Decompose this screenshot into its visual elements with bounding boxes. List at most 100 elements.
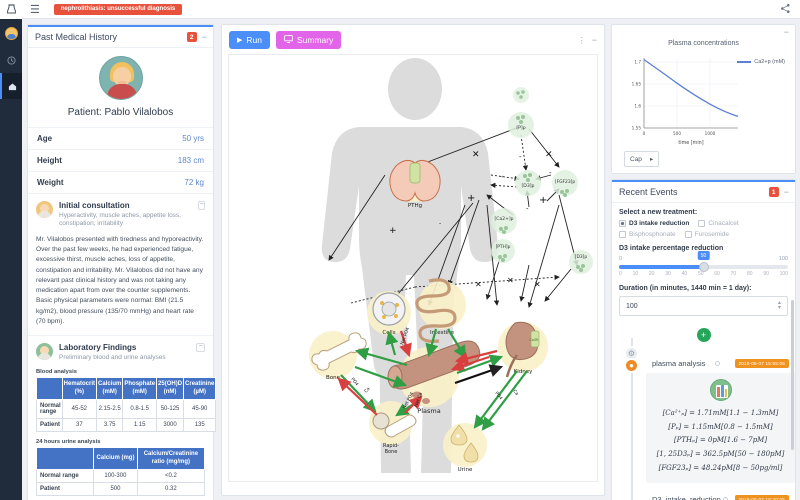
svg-text:[FGF23]p: [FGF23]p — [555, 179, 575, 185]
svg-text:[P]p: [P]p — [516, 125, 525, 131]
play-icon: ▶ — [237, 36, 242, 44]
table-row: Patient 500 0.32 — [37, 483, 205, 496]
scrollbar-thumb[interactable] — [791, 300, 794, 450]
timeline-item-title: D3_intake_reduction — [652, 495, 721, 500]
left-column: Past Medical History 2 − Patient: Pablo … — [22, 19, 218, 500]
svg-text:Bone: Bone — [326, 375, 341, 381]
timeline-item-title: plasma analysis — [652, 359, 705, 368]
svg-text:CaSR: CaSR — [530, 338, 540, 342]
chart-xlabel: time [min] — [678, 140, 703, 145]
slider-tick: 90 — [763, 271, 769, 277]
slider-tick: 60 — [714, 271, 720, 277]
summary-button[interactable]: Summary — [276, 31, 341, 49]
td: 50-125 — [157, 400, 184, 419]
td: 45-52 — [62, 400, 96, 419]
vital-key: Weight — [37, 178, 64, 187]
chart-legend: Ca2+p (mM) — [737, 59, 785, 65]
slider-tick: 70 — [731, 271, 737, 277]
td: <0.2 — [137, 470, 204, 483]
vital-value: 72 kg — [184, 178, 204, 187]
minus-icon[interactable]: − — [784, 189, 789, 195]
timeline-timestamp: 2018-05-07 16:20:05 — [735, 495, 789, 500]
slider-max: 100 — [779, 256, 788, 262]
caption-button[interactable]: Cap ▸ — [624, 151, 659, 167]
pmh-header: Past Medical History 2 − — [28, 25, 213, 48]
plasma-chart[interactable]: Plasma concentrations Ca2+p (mM) — [612, 35, 795, 173]
share-icon[interactable] — [780, 3, 791, 16]
td: 3000 — [157, 419, 184, 432]
ytick: 1.7 — [634, 60, 641, 65]
user-avatar-icon — [5, 27, 18, 40]
note-subtitle: Hyperactivity, muscle aches, appetite lo… — [59, 212, 192, 230]
canvas-toolbar: ▶ Run Summary ⋮ − — [222, 25, 604, 54]
td: 0.32 — [137, 483, 204, 496]
note-title: Laboratory Findings — [59, 343, 190, 352]
chart-series-line — [644, 60, 738, 117]
checkbox-furosemide[interactable]: Furosemide — [685, 231, 729, 238]
minus-icon[interactable]: − — [784, 29, 789, 35]
th — [37, 378, 63, 400]
table-row: Patient 37 3.75 1.15 3000 135 — [37, 419, 216, 432]
calcium-homeostasis-diagram[interactable]: PTHg [P]p [D3]p — [228, 54, 598, 482]
main-columns: Past Medical History 2 − Patient: Pablo … — [22, 19, 800, 500]
td: 0.8-1.5 — [123, 400, 157, 419]
home-icon — [8, 82, 17, 91]
minus-icon[interactable]: − — [592, 37, 597, 43]
note-avatar-icon — [36, 201, 53, 218]
timeline-item-plasma-analysis[interactable]: plasma analysis 2018-05-07 15:55:06 [Ca²… — [646, 354, 795, 483]
info-icon[interactable]: ⋮ — [578, 36, 586, 45]
td: Normal range — [37, 400, 63, 419]
edge-label-x: ✕ — [534, 280, 541, 289]
result-formula: [FGF23ₚ] = 48.24pM[8 − 50pg/ml] — [651, 462, 790, 476]
flask-icon — [710, 379, 732, 401]
slider-tick: 0 — [619, 271, 622, 277]
node-top-small — [513, 87, 529, 103]
checkbox-box — [619, 220, 626, 227]
model-canvas-card: ▶ Run Summary ⋮ − — [221, 24, 605, 496]
clock-icon — [7, 56, 16, 65]
duration-input[interactable]: 100 ▴▾ — [619, 296, 788, 316]
td: Normal range — [37, 470, 94, 483]
vital-row: Height 183 cm — [28, 149, 213, 171]
slider-tick: 80 — [747, 271, 753, 277]
timeline-item-d3-intake-reduction[interactable]: D3_intake_reduction 2018-05-07 16:20:05 — [646, 490, 795, 500]
minus-icon[interactable]: − — [202, 34, 207, 40]
td: 1.15 — [123, 419, 157, 432]
spinner-icon[interactable]: ▴▾ — [778, 301, 781, 311]
rail-logo[interactable] — [0, 0, 22, 19]
timeline-node[interactable]: ● — [624, 358, 639, 373]
rail-item-profile[interactable] — [0, 19, 22, 47]
d3-reduction-slider[interactable]: 0 100 50 0 10 20 30 — [619, 256, 788, 277]
edge-label-minus: - — [439, 220, 441, 227]
checkbox-label: Furosemide — [695, 231, 729, 238]
slider-track[interactable]: 50 — [619, 265, 788, 269]
note-collapse-icon[interactable]: − — [196, 343, 205, 352]
rail-item-history[interactable] — [0, 47, 22, 73]
node-Pp: [P]p — [508, 112, 534, 138]
slider-fill — [619, 265, 704, 269]
svg-text:[PTH]p: [PTH]p — [496, 244, 511, 250]
rail-item-home[interactable] — [0, 73, 22, 99]
hamburger-icon[interactable]: ☰ — [30, 3, 40, 16]
checkbox-bisphosphonate[interactable]: Bisphosphonate — [619, 231, 676, 238]
slider-tick: 100 — [780, 271, 788, 277]
run-button[interactable]: ▶ Run — [229, 31, 270, 49]
note-collapse-icon[interactable]: − — [198, 201, 205, 210]
slider-tick: 40 — [682, 271, 688, 277]
add-event-button[interactable]: + — [697, 328, 711, 342]
checkbox-cinacalcet[interactable]: Cinacalcet — [698, 220, 738, 227]
edge-label-minus: - — [549, 169, 552, 177]
checkbox-d3-intake-reduction[interactable]: D3 intake reduction — [619, 220, 689, 227]
slider-value-bubble: 50 — [697, 251, 710, 260]
timeline-timestamp: 2018-05-07 15:55:06 — [735, 359, 789, 368]
td: 135 — [184, 419, 216, 432]
vital-row: Weight 72 kg — [28, 171, 213, 193]
duration-label: Duration (in minutes, 1440 min = 1 day): — [619, 285, 788, 292]
treatment-form: Select a new treatment: D3 intake reduct… — [612, 203, 795, 324]
slider-knob[interactable] — [699, 262, 709, 272]
result-formula: [Ca²⁺ₚ] = 1.71mM[1.1 − 1.3mM] — [651, 407, 790, 421]
xtick: 0 — [643, 131, 646, 136]
th: Calcium (mg) — [94, 448, 138, 470]
td: 45-90 — [184, 400, 216, 419]
note-subtitle: Preliminary blood and urine analyses — [59, 354, 190, 363]
